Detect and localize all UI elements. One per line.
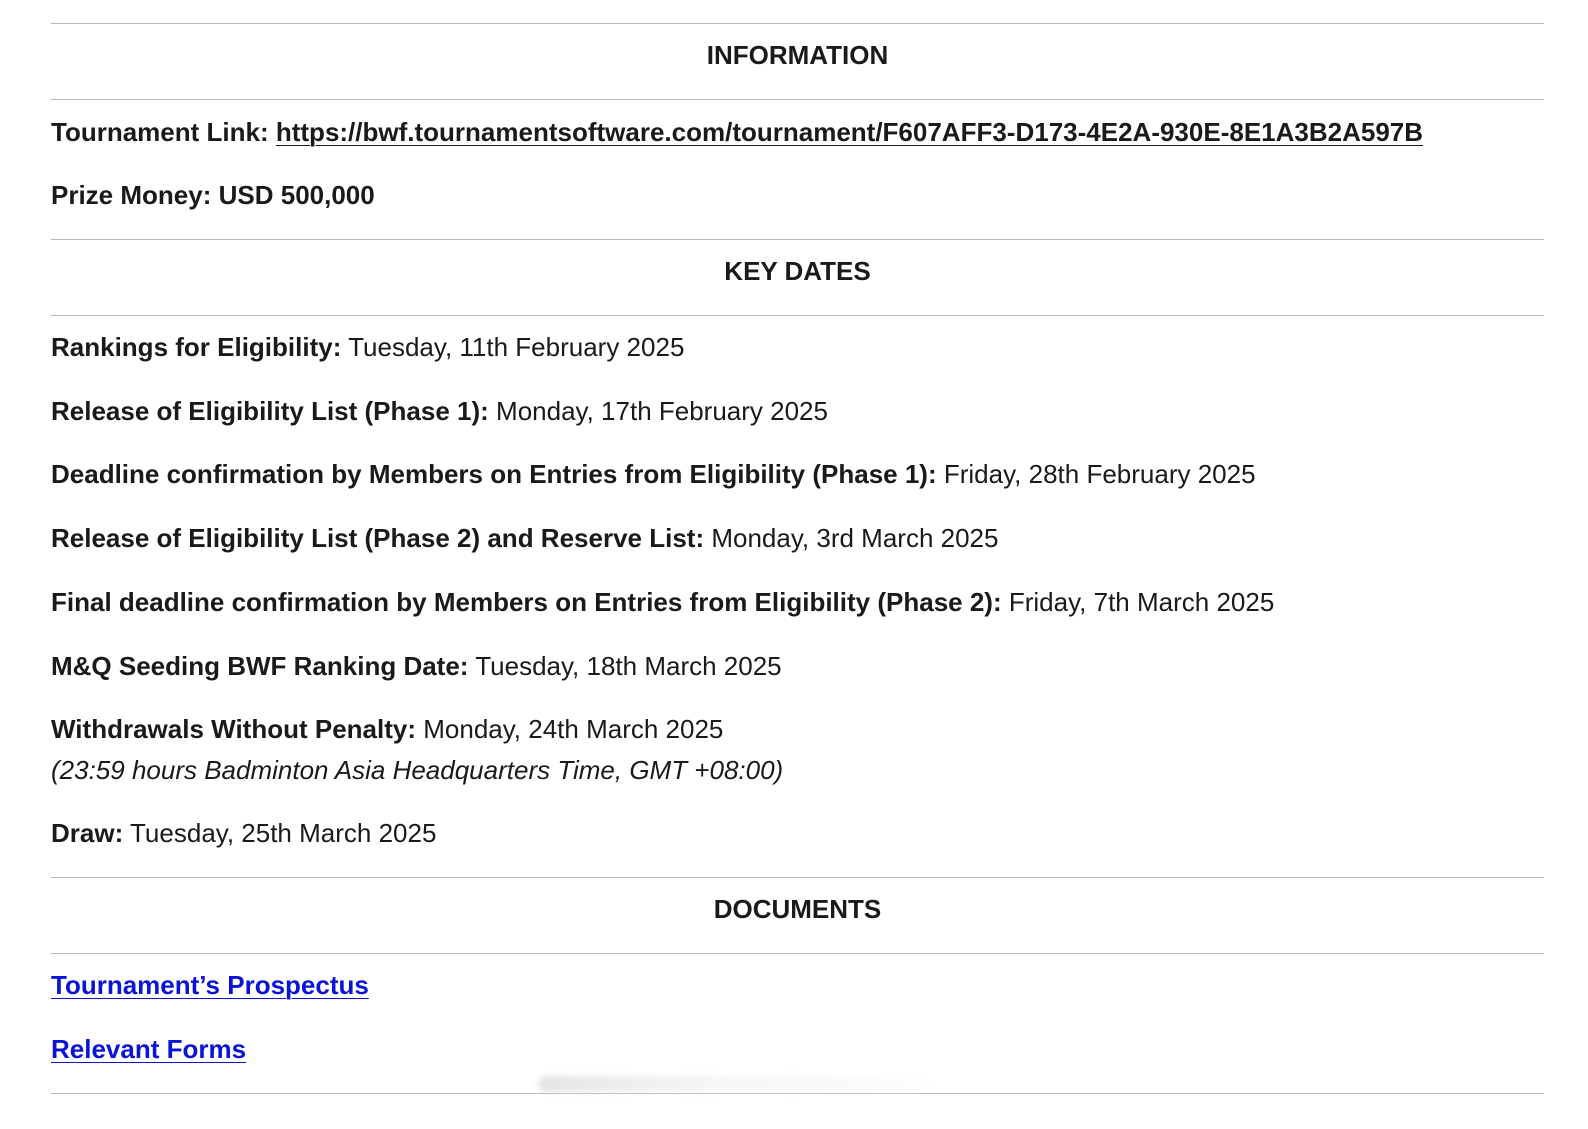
key-date-row: Draw: Tuesday, 25th March 2025	[51, 818, 436, 848]
divider	[51, 315, 1544, 316]
tournament-link-url[interactable]: https://bwf.tournamentsoftware.com/tourn…	[276, 117, 1423, 147]
key-date-value: Monday, 24th March 2025	[423, 714, 724, 744]
key-date-label: M&Q Seeding BWF Ranking Date:	[51, 651, 469, 681]
tournament-link-row: Tournament Link: https://bwf.tournaments…	[51, 117, 1423, 147]
key-date-value: Tuesday, 25th March 2025	[130, 818, 437, 848]
divider	[51, 239, 1544, 240]
documents-heading: DOCUMENTS	[713, 894, 882, 924]
key-date-label: Deadline confirmation by Members on Entr…	[51, 459, 937, 489]
scrollbar-overlay[interactable]	[538, 1076, 928, 1092]
prize-money-label: Prize Money:	[51, 180, 212, 210]
divider	[51, 877, 1544, 878]
key-date-label: Draw:	[51, 818, 124, 848]
prize-money-value: USD 500,000	[218, 180, 375, 210]
divider	[51, 23, 1544, 24]
key-date-row: M&Q Seeding BWF Ranking Date: Tuesday, 1…	[51, 651, 782, 681]
document-link-row: Relevant Forms	[51, 1034, 246, 1064]
key-date-label: Withdrawals Without Penalty:	[51, 714, 416, 744]
key-date-value: Friday, 7th March 2025	[1008, 587, 1275, 617]
information-heading: INFORMATION	[706, 40, 889, 70]
key-date-value: Monday, 3rd March 2025	[711, 523, 999, 553]
key-date-label: Rankings for Eligibility:	[51, 332, 342, 362]
key-date-row: Release of Eligibility List (Phase 1): M…	[51, 396, 828, 426]
key-date-row: Rankings for Eligibility: Tuesday, 11th …	[51, 332, 684, 362]
key-date-label: Final deadline confirmation by Members o…	[51, 587, 1002, 617]
key-date-value: Monday, 17th February 2025	[496, 396, 828, 426]
divider	[51, 1093, 1544, 1094]
withdrawal-time-note: (23:59 hours Badminton Asia Headquarters…	[51, 755, 784, 785]
key-date-label: Release of Eligibility List (Phase 1):	[51, 396, 489, 426]
key-date-row: Deadline confirmation by Members on Entr…	[51, 459, 1256, 489]
key-date-row: Release of Eligibility List (Phase 2) an…	[51, 523, 998, 553]
key-date-row: Final deadline confirmation by Members o…	[51, 587, 1274, 617]
key-dates-heading: KEY DATES	[724, 256, 871, 286]
key-date-label: Release of Eligibility List (Phase 2) an…	[51, 523, 705, 553]
key-date-value: Tuesday, 11th February 2025	[348, 332, 685, 362]
key-date-row: Withdrawals Without Penalty: Monday, 24t…	[51, 714, 723, 744]
tournament-link-label: Tournament Link:	[51, 117, 269, 147]
prospectus-link[interactable]: Tournament’s Prospectus	[51, 970, 369, 1000]
relevant-forms-link[interactable]: Relevant Forms	[51, 1034, 246, 1064]
key-date-value: Tuesday, 18th March 2025	[475, 651, 782, 681]
divider	[51, 99, 1544, 100]
key-date-value: Friday, 28th February 2025	[943, 459, 1256, 489]
document-link-row: Tournament’s Prospectus	[51, 970, 369, 1000]
divider	[51, 953, 1544, 954]
prize-money-row: Prize Money: USD 500,000	[51, 180, 375, 210]
